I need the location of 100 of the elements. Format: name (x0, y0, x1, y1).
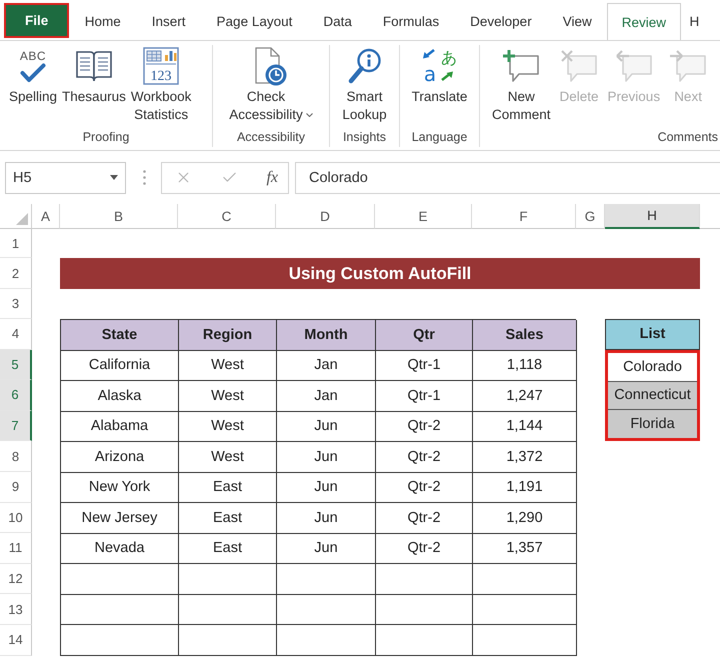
table-cell: 1,372 (473, 442, 577, 472)
ribbon-tab[interactable]: View (547, 3, 608, 40)
column-header[interactable]: A (32, 204, 60, 229)
table-cell: Qtr-1 (376, 350, 473, 381)
row-header[interactable]: 3 (0, 289, 32, 319)
list-cell: Connecticut (608, 382, 697, 410)
ribbon-button[interactable]: Thesaurus (62, 45, 126, 106)
row-header[interactable]: 11 (0, 533, 32, 564)
icon-digits: 123 (150, 69, 172, 84)
ribbon-button[interactable]: 123 Workbook Statistics (130, 45, 192, 124)
column-heading: Month (277, 320, 376, 350)
table-cell: 1,191 (473, 472, 577, 504)
comment-plus-icon (502, 49, 540, 83)
row-header[interactable]: 1 (0, 229, 32, 258)
table-cell: Jan (277, 381, 376, 412)
table-cell: California (61, 350, 179, 381)
column-header[interactable]: F (472, 204, 576, 229)
table-cell: West (179, 412, 277, 442)
row-header[interactable]: 5 (0, 350, 32, 380)
open-book-icon (76, 50, 112, 82)
table-cell: Jun (277, 442, 376, 472)
column-header[interactable]: H (605, 204, 700, 229)
ribbon-tab[interactable]: Developer (454, 3, 548, 40)
table-cell: Arizona (61, 442, 179, 472)
table-cell: Nevada (61, 534, 179, 564)
table-cell: Qtr-2 (376, 472, 473, 504)
ribbon-button[interactable]: a あ Translate (412, 45, 468, 106)
icon-letter: a (423, 62, 436, 85)
row-header[interactable]: 13 (0, 594, 32, 625)
table-cell: West (179, 442, 277, 472)
table-cell: Qtr-1 (376, 381, 473, 412)
table-cell: Jun (277, 503, 376, 534)
column-header[interactable]: C (178, 204, 276, 229)
comment-left-arrow-icon (614, 49, 653, 83)
column-heading: Sales (473, 320, 577, 350)
formula-input[interactable]: Colorado (295, 162, 720, 194)
table-cell: 1,247 (473, 381, 577, 412)
row-header[interactable]: 7 (0, 410, 32, 442)
ribbon-button[interactable]: Smart Lookup (342, 45, 387, 124)
file-tab[interactable]: File (4, 3, 70, 38)
row-header[interactable]: 9 (0, 472, 32, 503)
table-cell: Alabama (61, 412, 179, 442)
column-heading: Qtr (376, 320, 473, 350)
row-header[interactable]: 6 (0, 380, 32, 411)
ribbon-tab[interactable]: H (680, 3, 700, 40)
group-label: Proofing (82, 129, 130, 146)
table-cell: New Jersey (61, 503, 179, 534)
ribbon-button[interactable]: New Comment (492, 45, 551, 124)
insert-function-button[interactable]: fx (266, 168, 278, 186)
ribbon-tab[interactable]: Page Layout (201, 3, 308, 40)
table-cell: Jun (277, 534, 376, 564)
row-header[interactable]: 12 (0, 564, 32, 594)
table-chart-icon (143, 47, 179, 85)
ribbon-tab[interactable]: Home (69, 3, 136, 40)
row-header[interactable]: 8 (0, 441, 32, 472)
row-header[interactable]: 2 (0, 258, 32, 289)
group-label: Accessibility (236, 129, 306, 146)
group-label: Insights (342, 129, 388, 146)
name-box[interactable]: H5 (5, 162, 126, 194)
ribbon-tab[interactable]: Insert (136, 3, 202, 40)
column-heading: Region (179, 320, 277, 350)
table-cell: 1,290 (473, 503, 577, 534)
comment-right-arrow-icon (669, 49, 708, 83)
ribbon-tab[interactable]: Data (308, 3, 368, 40)
caret-icon[interactable] (306, 113, 313, 117)
table-cell: Qtr-2 (376, 534, 473, 564)
column-header[interactable]: D (276, 204, 375, 229)
row-header[interactable]: 10 (0, 502, 32, 534)
table-cell: Jan (277, 350, 376, 381)
comment-cross-icon (560, 49, 598, 83)
table-cell: Qtr-2 (376, 442, 473, 472)
table-cell: East (179, 472, 277, 504)
drag-handle-icon[interactable] (143, 170, 146, 185)
table-cell: Jun (277, 412, 376, 442)
caret-icon[interactable] (110, 175, 118, 180)
icon-letter: あ (440, 48, 456, 67)
column-header[interactable]: E (375, 204, 472, 229)
ribbon-button[interactable]: Check Accessibility (229, 45, 313, 124)
table-cell: 1,118 (473, 350, 577, 381)
group-label: Language (410, 129, 468, 146)
table-cell: Qtr-2 (376, 503, 473, 534)
table-cell: New York (61, 472, 179, 504)
table-cell: East (179, 534, 277, 564)
ribbon-tab[interactable]: Formulas (367, 3, 455, 40)
arrow-icon (422, 48, 434, 58)
ribbon-tab[interactable]: Review (607, 3, 680, 40)
list-cell: Florida (608, 410, 697, 438)
icon-letters: ABC (20, 50, 46, 62)
document-clock-icon (254, 46, 288, 86)
row-header[interactable]: 14 (0, 624, 32, 656)
corner-triangle-icon[interactable] (16, 213, 28, 225)
column-heading: List (605, 319, 700, 350)
table-cell: Jun (277, 472, 376, 504)
table-cell: East (179, 503, 277, 534)
table-cell: 1,357 (473, 534, 577, 564)
magnifier-info-icon (348, 48, 382, 84)
ribbon-button[interactable]: ABC Spelling (9, 45, 58, 106)
table-cell: Alaska (61, 381, 179, 412)
column-header[interactable]: B (60, 204, 178, 229)
table-cell: Qtr-2 (376, 412, 473, 442)
